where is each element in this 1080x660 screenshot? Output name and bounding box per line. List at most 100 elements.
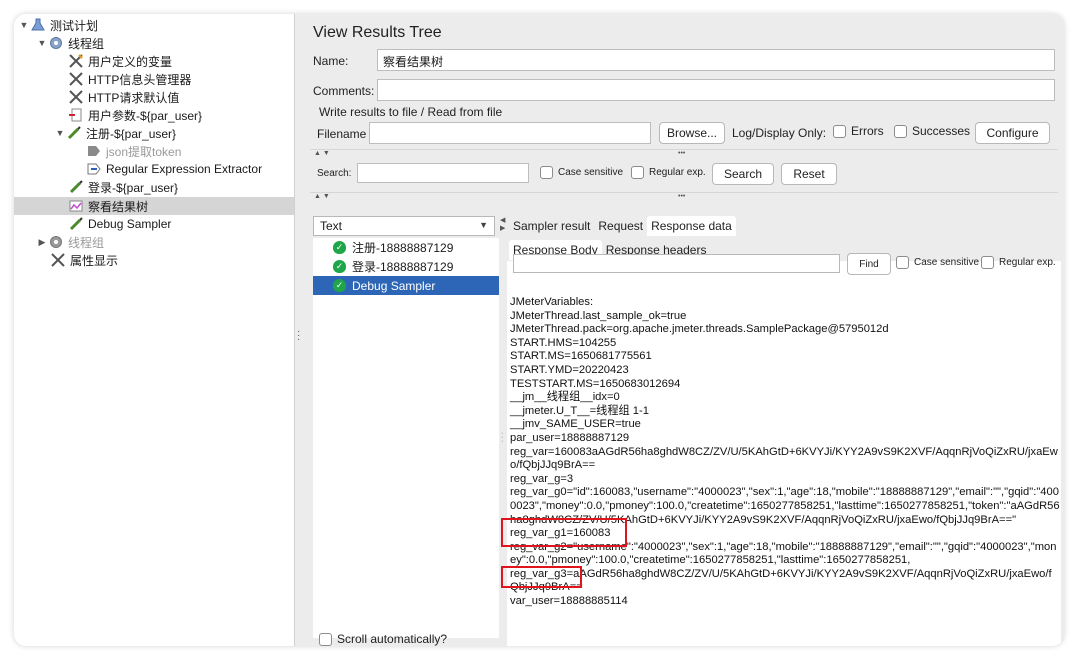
regular-exp-label: Regular exp.: [999, 257, 1056, 268]
tree-node-header-manager[interactable]: HTTP信息头管理器: [68, 70, 191, 88]
checkbox-box[interactable]: [894, 124, 907, 138]
list-item[interactable]: ✓ Debug Sampler: [313, 276, 499, 295]
regular-exp-checkbox[interactable]: Regular exp.: [631, 166, 706, 179]
checkbox-box[interactable]: [319, 632, 332, 646]
tree-node-view-results-tree[interactable]: 察看结果树: [14, 197, 294, 215]
list-item[interactable]: ✓ 登录-18888887129: [313, 257, 499, 276]
tree-node-regex-extractor[interactable]: Regular Expression Extractor: [86, 160, 262, 178]
tree-node-label: 用户定义的变量: [88, 54, 173, 69]
comments-field[interactable]: [377, 79, 1055, 101]
tree-node-label: Regular Expression Extractor: [106, 162, 263, 176]
case-sensitive-checkbox[interactable]: Case sensitive: [540, 166, 623, 179]
response-regular-exp-checkbox[interactable]: Regular exp.: [981, 256, 1056, 269]
success-shield-icon: ✓: [333, 279, 346, 292]
case-sensitive-label: Case sensitive: [914, 257, 980, 268]
scroll-automatically-label: Scroll automatically?: [337, 632, 448, 646]
tree-node-label: 登录-${par_user}: [88, 180, 179, 195]
tree-node-login[interactable]: 登录-${par_user}: [68, 178, 178, 196]
tree-node-user-variables[interactable]: 用户定义的变量: [68, 52, 172, 70]
search-label: Search:: [317, 168, 352, 179]
drag-handle-icon[interactable]: · · ·: [297, 327, 300, 345]
collapse-bar[interactable]: ▲ ▼ •••: [310, 192, 1058, 202]
expand-arrow-icon[interactable]: ▼: [18, 20, 30, 30]
tab-request[interactable]: Request: [594, 216, 647, 236]
extractor-icon: [86, 161, 102, 177]
checkbox-box[interactable]: [981, 256, 994, 269]
tree-node-http-defaults[interactable]: HTTP请求默认值: [68, 88, 179, 106]
list-item[interactable]: ✓ 注册-18888887129: [313, 238, 499, 257]
checkbox-box[interactable]: [540, 166, 553, 179]
configure-button[interactable]: Configure: [975, 122, 1050, 144]
tree-node-label: json提取token: [106, 144, 182, 159]
checkbox-box[interactable]: [833, 124, 846, 138]
sample-label: Debug Sampler: [352, 278, 436, 293]
sample-result-list[interactable]: ✓ 注册-18888887129 ✓ 登录-18888887129 ✓ Debu…: [313, 238, 499, 638]
tree-node-label: Debug Sampler: [88, 217, 172, 231]
name-field[interactable]: 察看结果树: [377, 49, 1055, 71]
renderer-select[interactable]: Text ▼: [313, 216, 495, 236]
chart-icon: [68, 198, 84, 214]
successes-checkbox[interactable]: Successes: [894, 124, 970, 138]
regular-exp-label: Regular exp.: [649, 167, 706, 178]
successes-label: Successes: [912, 124, 971, 138]
tree-node-property-display[interactable]: 属性显示: [50, 251, 118, 269]
flask-icon: [30, 17, 46, 33]
tree-node-label: 注册-${par_user}: [86, 126, 177, 141]
tools-icon: [50, 252, 66, 268]
tree-node-label: 用户参数-${par_user}: [88, 108, 203, 123]
expand-arrow-icon[interactable]: ▼: [36, 38, 48, 48]
test-plan-tree[interactable]: ▼ 测试计划 ▼ 线程组 用户定义的变量 HTTP信息头管理器 HTTP请求默认…: [14, 14, 294, 646]
sample-label: 注册-18888887129: [352, 241, 454, 255]
tree-node-label: HTTP请求默认值: [88, 90, 180, 105]
checkbox-box[interactable]: [631, 166, 644, 179]
collapse-arrow-icon[interactable]: ▶: [36, 237, 48, 248]
tree-node-label: 察看结果树: [88, 199, 149, 214]
write-results-label: Write results to file / Read from file: [319, 105, 503, 119]
jmeter-window: ▼ 测试计划 ▼ 线程组 用户定义的变量 HTTP信息头管理器 HTTP请求默认…: [14, 14, 1064, 646]
tree-node-debug-sampler[interactable]: Debug Sampler: [68, 215, 171, 233]
expand-arrow-icon[interactable]: ▼: [54, 128, 66, 138]
browse-button[interactable]: Browse...: [659, 122, 725, 144]
page-title: View Results Tree: [313, 24, 442, 41]
collapse-bar[interactable]: ▲ ▼ •••: [310, 149, 1058, 159]
success-shield-icon: ✓: [333, 241, 346, 254]
tree-node-label: 属性显示: [70, 253, 119, 268]
result-tabs: Sampler result Request Response data: [509, 216, 736, 236]
tools-icon: [68, 71, 84, 87]
errors-checkbox[interactable]: Errors: [833, 124, 884, 138]
sample-label: 登录-18888887129: [352, 260, 454, 274]
errors-label: Errors: [851, 124, 884, 138]
chevron-down-icon: ▼: [479, 220, 488, 230]
highlight-box-reg-var-g3: [501, 566, 582, 588]
response-case-sensitive-checkbox[interactable]: Case sensitive: [896, 256, 979, 269]
tree-node-test-plan[interactable]: ▼ 测试计划: [18, 16, 98, 34]
tree-node-json-extractor[interactable]: json提取token: [86, 142, 181, 160]
tree-node-label: 测试计划: [50, 18, 99, 33]
tree-node-user-parameters[interactable]: 用户参数-${par_user}: [68, 106, 202, 124]
find-input[interactable]: [513, 254, 840, 273]
tab-response-data[interactable]: Response data: [647, 216, 736, 236]
checkbox-box[interactable]: [896, 256, 909, 269]
find-button[interactable]: Find: [847, 253, 891, 275]
filename-label: Filename: [317, 127, 367, 141]
comments-label: Comments:: [313, 84, 375, 98]
tab-sampler-result[interactable]: Sampler result: [509, 216, 594, 236]
success-shield-icon: ✓: [333, 260, 346, 273]
highlight-box-reg-var-g1: [501, 518, 627, 547]
filename-field[interactable]: [369, 122, 651, 144]
preprocessor-icon: [68, 107, 84, 123]
pipette-icon: [68, 216, 84, 232]
name-label: Name:: [313, 54, 349, 68]
search-input[interactable]: [357, 163, 529, 183]
pipette-icon: [68, 179, 84, 195]
reset-button[interactable]: Reset: [781, 163, 837, 185]
tree-node-label: 线程组: [68, 235, 105, 250]
search-button[interactable]: Search: [712, 163, 774, 185]
tree-node-thread-group[interactable]: ▼ 线程组: [36, 34, 104, 52]
tree-node-thread-group-2[interactable]: ▶ 线程组: [36, 233, 104, 251]
tree-node-register[interactable]: ▼ 注册-${par_user}: [54, 124, 176, 142]
tools-icon: [68, 89, 84, 105]
scroll-automatically-checkbox[interactable]: Scroll automatically?: [319, 632, 447, 646]
extractor-icon: [86, 143, 102, 159]
renderer-value: Text: [320, 219, 343, 233]
